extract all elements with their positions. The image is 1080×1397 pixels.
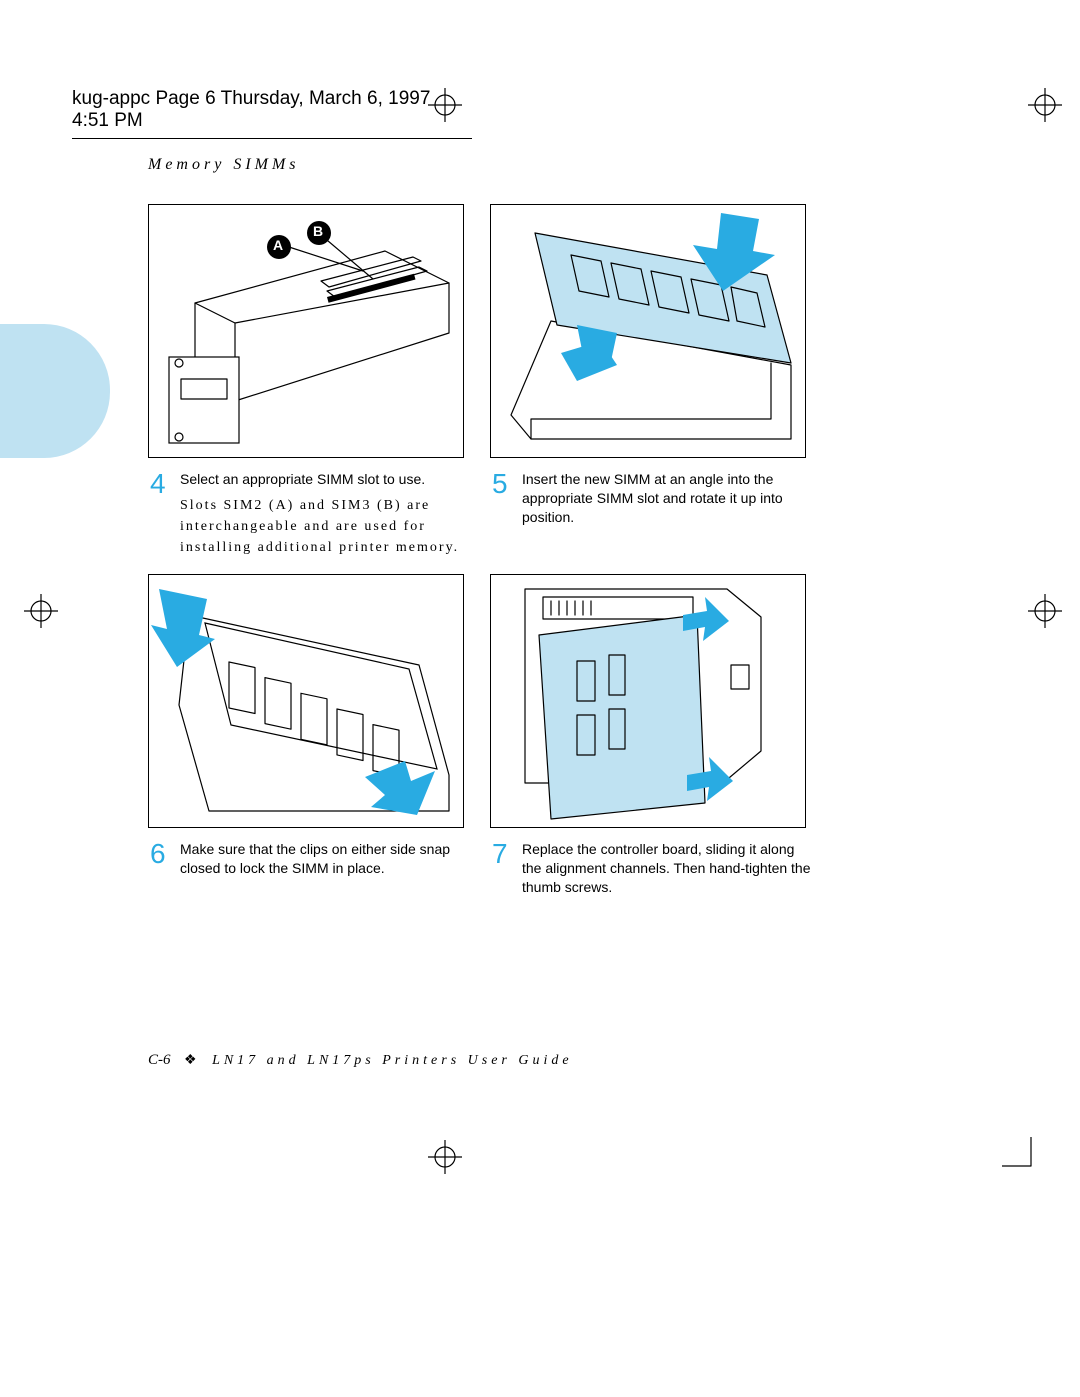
page-header: kug-appc Page 6 Thursday, March 6, 1997 … <box>72 88 472 139</box>
step-4-note: Slots SIM2 (A) and SIM3 (B) are intercha… <box>180 495 470 558</box>
crop-mark-icon <box>1028 88 1062 122</box>
page-number: C-6 <box>148 1052 171 1068</box>
section-heading: Memory SIMMs <box>148 156 300 174</box>
step-6-text: Make sure that the clips on either side … <box>180 840 470 878</box>
step-7-text: Replace the controller board, sliding it… <box>522 840 812 897</box>
label-a: A <box>273 237 283 253</box>
crop-mark-icon <box>428 1140 462 1174</box>
footer-guide: LN17 and LN17ps Printers User Guide <box>212 1053 573 1068</box>
crop-corner-icon <box>1002 1137 1032 1167</box>
header-text: kug-appc Page 6 Thursday, March 6, 1997 … <box>72 88 430 131</box>
crop-mark-icon <box>24 594 58 628</box>
crop-mark-icon <box>1028 594 1062 628</box>
illustration-step-5 <box>490 204 806 458</box>
step-7: 7 Replace the controller board, sliding … <box>492 840 812 897</box>
page-tab <box>0 324 110 458</box>
page-footer: C-6 ❖ LN17 and LN17ps Printers User Guid… <box>148 1052 573 1069</box>
step-5-text: Insert the new SIMM at an angle into the… <box>522 470 812 527</box>
step-number: 6 <box>150 840 172 878</box>
step-number: 5 <box>492 470 514 527</box>
step-number: 4 <box>150 470 172 558</box>
illustration-step-4: A B <box>148 204 464 458</box>
illustration-step-7 <box>490 574 806 828</box>
step-number: 7 <box>492 840 514 897</box>
step-text: Select an appropriate SIMM slot to use. … <box>180 470 470 558</box>
step-6: 6 Make sure that the clips on either sid… <box>150 840 470 878</box>
illustration-step-6 <box>148 574 464 828</box>
step-4-text: Select an appropriate SIMM slot to use. <box>180 471 425 487</box>
footer-separator-icon: ❖ <box>184 1053 199 1068</box>
step-5: 5 Insert the new SIMM at an angle into t… <box>492 470 812 527</box>
label-b: B <box>313 223 323 239</box>
step-4: 4 Select an appropriate SIMM slot to use… <box>150 470 470 558</box>
